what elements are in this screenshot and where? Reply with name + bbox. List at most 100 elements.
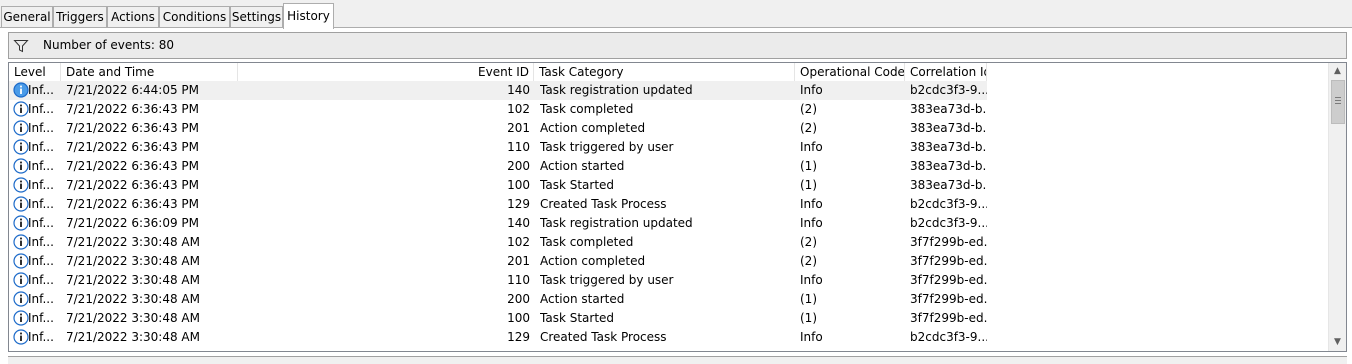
cell-task-category: Task registration updated [540, 216, 693, 230]
cell-correlation-id: b2cdc3f3-9... [910, 83, 987, 97]
cell-level: Inf... [28, 235, 54, 249]
scroll-down-arrow-icon[interactable]: ▼ [1329, 334, 1346, 351]
cell-correlation-id: 3f7f299b-ed... [910, 273, 987, 287]
cell-task-category: Task registration updated [540, 83, 693, 97]
column-header-correlation-id[interactable]: Correlation Id [905, 63, 987, 81]
table-row[interactable]: Inf... 7/21/2022 6:36:43 PM 100 Task Starte… [9, 176, 1329, 195]
info-icon [13, 158, 29, 174]
cell-operational-code: (2) [800, 254, 817, 268]
table-row[interactable]: Inf... 7/21/2022 6:36:43 PM 110 Task trigge… [9, 138, 1329, 157]
table-row[interactable]: Inf... 7/21/2022 6:36:43 PM 129 Created Tas… [9, 195, 1329, 214]
cell-event-id: 110 [507, 140, 530, 154]
table-row[interactable]: Inf... 7/21/2022 3:30:48 AM 110 Task trigge… [9, 271, 1329, 290]
column-header-event-id[interactable]: Event ID [238, 63, 534, 81]
cell-task-category: Task completed [540, 102, 634, 116]
vertical-scrollbar[interactable]: ▲ ▼ [1328, 63, 1346, 351]
table-row[interactable]: Inf... 7/21/2022 3:30:48 AM 102 Task comple… [9, 233, 1329, 252]
cell-operational-code: Info [800, 216, 823, 230]
history-panel: Number of events: 80 Level Date and Time… [0, 28, 1352, 364]
info-icon [13, 310, 29, 326]
cell-event-id: 140 [507, 83, 530, 97]
tab-conditions[interactable]: Conditions [159, 6, 230, 27]
table-row[interactable]: Inf... 7/21/2022 3:30:48 AM 200 Action star… [9, 290, 1329, 309]
table-row[interactable]: Inf... 7/21/2022 3:30:48 AM 129 Created Tas… [9, 328, 1329, 347]
tab-actions[interactable]: Actions [107, 6, 159, 27]
column-header-operational-code[interactable]: Operational Code [795, 63, 905, 81]
cell-event-id: 201 [507, 121, 530, 135]
cell-level: Inf... [28, 83, 54, 97]
cell-task-category: Task Started [540, 311, 615, 325]
column-header-level[interactable]: Level [9, 63, 61, 81]
info-icon [13, 215, 29, 231]
events-table[interactable]: Level Date and Time Event ID Task Catego… [8, 62, 1347, 352]
history-toolbar: Number of events: 80 [8, 32, 1347, 59]
cell-date-time: 7/21/2022 6:36:43 PM [66, 121, 200, 135]
filter-icon[interactable] [13, 38, 29, 54]
cell-task-category: Action started [540, 292, 625, 306]
cell-operational-code: Info [800, 197, 823, 211]
cell-date-time: 7/21/2022 3:30:48 AM [66, 254, 200, 268]
info-icon [13, 139, 29, 155]
cell-task-category: Action started [540, 159, 625, 173]
cell-date-time: 7/21/2022 6:36:09 PM [66, 216, 200, 230]
table-row[interactable]: Inf... 7/21/2022 6:36:43 PM 200 Action star… [9, 157, 1329, 176]
table-row[interactable]: Inf... 7/21/2022 6:44:05 PM 140 Task regist… [9, 81, 1329, 100]
table-row[interactable]: Inf... 7/21/2022 3:30:48 AM 201 Action comp… [9, 252, 1329, 271]
cell-event-id: 201 [507, 254, 530, 268]
cell-task-category: Created Task Process [540, 330, 667, 344]
table-row[interactable]: Inf... 7/21/2022 6:36:43 PM 201 Action comp… [9, 119, 1329, 138]
info-icon [13, 272, 29, 288]
cell-level: Inf... [28, 159, 54, 173]
cell-date-time: 7/21/2022 6:36:43 PM [66, 159, 200, 173]
cell-task-category: Task triggered by user [540, 140, 674, 154]
cell-level: Inf... [28, 254, 54, 268]
cell-level: Inf... [28, 140, 54, 154]
table-row[interactable]: Inf... 7/21/2022 6:36:43 PM 102 Task comple… [9, 100, 1329, 119]
cell-level: Inf... [28, 292, 54, 306]
scroll-up-arrow-icon[interactable]: ▲ [1329, 63, 1346, 80]
cell-event-id: 129 [507, 197, 530, 211]
info-icon [13, 253, 29, 269]
cell-event-id: 102 [507, 235, 530, 249]
column-header-date-time[interactable]: Date and Time [61, 63, 238, 81]
info-icon [13, 82, 29, 98]
cell-operational-code: (1) [800, 292, 817, 306]
cell-date-time: 7/21/2022 3:30:48 AM [66, 330, 200, 344]
cell-level: Inf... [28, 121, 54, 135]
column-header-task-category[interactable]: Task Category [534, 63, 795, 81]
cell-event-id: 100 [507, 311, 530, 325]
cell-operational-code: Info [800, 330, 823, 344]
table-row[interactable]: Inf... 7/21/2022 3:30:48 AM 100 Task Starte… [9, 309, 1329, 328]
table-row[interactable]: Inf... 7/21/2022 6:36:09 PM 140 Task regist… [9, 214, 1329, 233]
cell-operational-code: (1) [800, 178, 817, 192]
cell-level: Inf... [28, 102, 54, 116]
tab-general[interactable]: General [1, 6, 53, 27]
tab-settings[interactable]: Settings [230, 6, 283, 27]
tab-history[interactable]: History [283, 3, 334, 29]
cell-operational-code: (1) [800, 311, 817, 325]
info-icon [13, 120, 29, 136]
cell-date-time: 7/21/2022 6:44:05 PM [66, 83, 200, 97]
table-header: Level Date and Time Event ID Task Catego… [9, 63, 1329, 81]
cell-date-time: 7/21/2022 6:36:43 PM [66, 140, 200, 154]
info-icon [13, 291, 29, 307]
info-icon [13, 101, 29, 117]
scrollbar-thumb[interactable] [1331, 80, 1345, 124]
cell-event-id: 140 [507, 216, 530, 230]
cell-correlation-id: 3f7f299b-ed... [910, 235, 987, 249]
cell-date-time: 7/21/2022 6:36:43 PM [66, 178, 200, 192]
info-icon [13, 234, 29, 250]
cell-operational-code: (2) [800, 102, 817, 116]
cell-operational-code: (2) [800, 121, 817, 135]
info-icon [13, 329, 29, 345]
cell-level: Inf... [28, 216, 54, 230]
cell-correlation-id: 383ea73d-b... [910, 121, 987, 135]
cell-date-time: 7/21/2022 3:30:48 AM [66, 235, 200, 249]
cell-operational-code: Info [800, 83, 823, 97]
cell-event-id: 129 [507, 330, 530, 344]
cell-level: Inf... [28, 273, 54, 287]
cell-level: Inf... [28, 311, 54, 325]
cell-event-id: 110 [507, 273, 530, 287]
cell-date-time: 7/21/2022 3:30:48 AM [66, 311, 200, 325]
tab-triggers[interactable]: Triggers [53, 6, 107, 27]
